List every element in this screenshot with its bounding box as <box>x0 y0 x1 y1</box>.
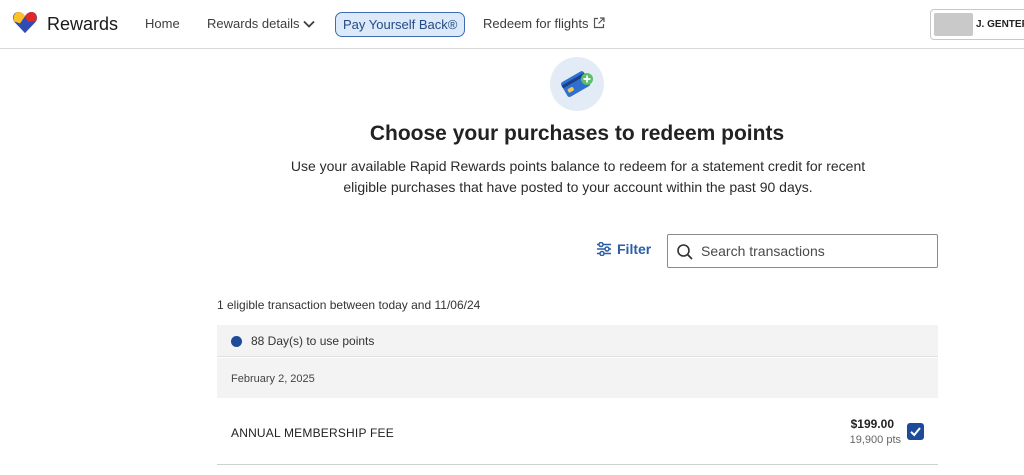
account-avatar <box>934 13 973 36</box>
transaction-points: 19,900 pts <box>849 434 901 446</box>
page-title: Choose your purchases to redeem points <box>369 122 785 145</box>
account-menu-button[interactable]: J. GENTER <box>930 9 1024 40</box>
checkmark-icon <box>910 427 921 437</box>
transaction-date-header: February 2, 2025 <box>217 358 938 398</box>
search-box[interactable] <box>667 234 938 268</box>
transaction-amount: $199.00 <box>850 417 894 431</box>
days-remaining-bar: 88 Day(s) to use points <box>217 325 938 357</box>
filter-button[interactable]: Filter <box>596 241 651 261</box>
transaction-name: ANNUAL MEMBERSHIP FEE <box>231 426 394 440</box>
eligible-transactions-summary: 1 eligible transaction between today and… <box>217 298 481 312</box>
southwest-heart-logo[interactable] <box>12 9 38 35</box>
nav-pay-yourself-back[interactable]: Pay Yourself Back® <box>335 12 466 37</box>
nav-rewards-details[interactable]: Rewards details <box>207 16 315 31</box>
transaction-row[interactable]: ANNUAL MEMBERSHIP FEE $199.00 19,900 pts <box>217 399 938 465</box>
brand-name[interactable]: Rewards <box>47 14 118 35</box>
page-description: Use your available Rapid Rewards points … <box>290 158 866 195</box>
nav-redeem-for-flights[interactable]: Redeem for flights <box>483 16 605 31</box>
account-name: J. GENTER <box>976 19 1024 30</box>
filter-label: Filter <box>617 241 652 257</box>
search-input[interactable] <box>701 239 933 263</box>
card-plus-icon <box>550 57 604 111</box>
search-icon <box>677 244 693 260</box>
transaction-date: February 2, 2025 <box>231 373 315 385</box>
chevron-down-icon <box>302 20 315 28</box>
status-dot-icon <box>231 336 242 347</box>
external-link-icon <box>593 17 605 29</box>
nav-redeem-for-flights-label: Redeem for flights <box>483 16 589 31</box>
nav-rewards-details-label: Rewards details <box>207 16 300 31</box>
transaction-select-checkbox[interactable] <box>907 423 924 440</box>
days-to-use-points: 88 Day(s) to use points <box>251 334 375 348</box>
filter-sliders-icon <box>597 241 611 257</box>
top-navigation: Rewards Home Rewards details Pay Yoursel… <box>0 0 1024 49</box>
nav-home[interactable]: Home <box>145 16 180 31</box>
